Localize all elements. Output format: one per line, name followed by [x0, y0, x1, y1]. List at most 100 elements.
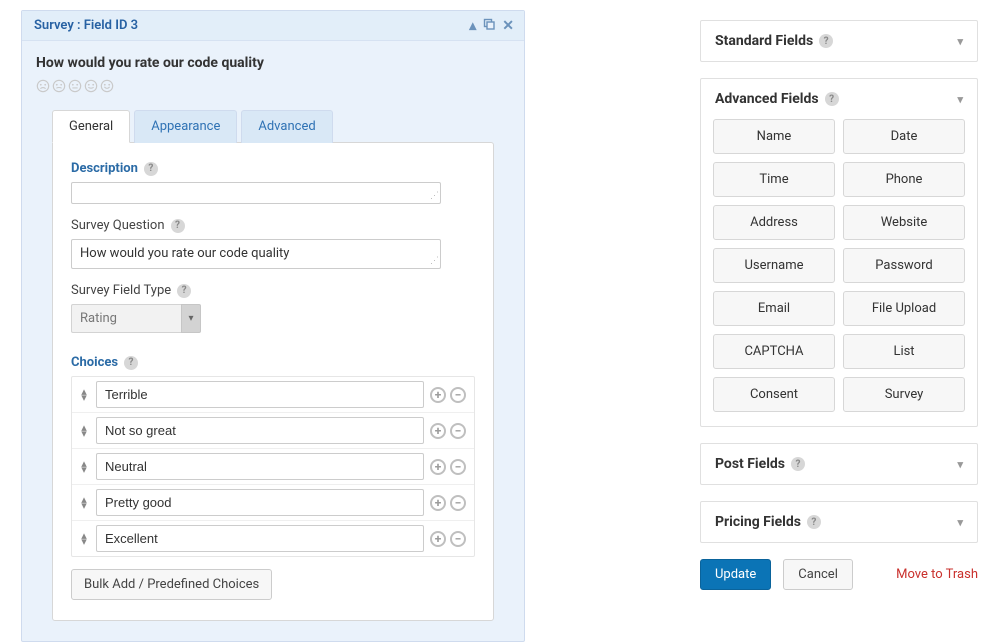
field-date-button[interactable]: Date	[843, 119, 965, 154]
add-choice-icon[interactable]: +	[430, 423, 446, 439]
choice-input[interactable]	[96, 489, 424, 516]
choices-list: ▴▾ + − ▴▾ + − ▴▾	[71, 376, 475, 557]
field-username-button[interactable]: Username	[713, 248, 835, 283]
tab-body-general: Description ? ⋰ Survey Question ? How wo…	[52, 142, 494, 621]
add-choice-icon[interactable]: +	[430, 459, 446, 475]
panel-title: Post Fields	[715, 456, 785, 472]
pricing-fields-header[interactable]: Pricing Fields ? ▾	[701, 502, 977, 542]
choice-input[interactable]	[96, 381, 424, 408]
field-website-button[interactable]: Website	[843, 205, 965, 240]
help-icon[interactable]: ?	[807, 515, 821, 529]
update-button[interactable]: Update	[700, 559, 771, 590]
panel-title: Pricing Fields	[715, 514, 801, 530]
standard-fields-panel: Standard Fields ? ▾	[700, 20, 978, 62]
help-icon[interactable]: ?	[791, 457, 805, 471]
add-choice-icon[interactable]: +	[430, 531, 446, 547]
chevron-down-icon[interactable]: ▾	[957, 516, 963, 529]
chevron-down-icon[interactable]: ▾	[957, 35, 963, 48]
panel-title: Standard Fields	[715, 33, 813, 49]
chevron-down-icon[interactable]: ▾	[957, 93, 963, 106]
duplicate-icon[interactable]	[482, 17, 496, 34]
bulk-add-button[interactable]: Bulk Add / Predefined Choices	[71, 569, 272, 600]
field-tabs: General Appearance Advanced	[36, 109, 510, 142]
choice-row: ▴▾ + −	[72, 449, 474, 485]
rating-face-5-icon[interactable]	[100, 79, 114, 93]
add-choice-icon[interactable]: +	[430, 387, 446, 403]
choice-row: ▴▾ + −	[72, 485, 474, 521]
field-consent-button[interactable]: Consent	[713, 377, 835, 412]
chevron-down-icon[interactable]: ▾	[181, 304, 201, 333]
help-icon[interactable]: ?	[819, 34, 833, 48]
standard-fields-header[interactable]: Standard Fields ? ▾	[701, 21, 977, 61]
choice-row: ▴▾ + −	[72, 521, 474, 556]
help-icon[interactable]: ?	[144, 162, 158, 176]
rating-face-2-icon[interactable]	[52, 79, 66, 93]
remove-choice-icon[interactable]: −	[450, 423, 466, 439]
choice-row: ▴▾ + −	[72, 377, 474, 413]
add-choice-icon[interactable]: +	[430, 495, 446, 511]
field-file-upload-button[interactable]: File Upload	[843, 291, 965, 326]
choice-input[interactable]	[96, 525, 424, 552]
field-captcha-button[interactable]: CAPTCHA	[713, 334, 835, 369]
field-preview-title: How would you rate our code quality	[36, 55, 510, 71]
remove-choice-icon[interactable]: −	[450, 531, 466, 547]
field-time-button[interactable]: Time	[713, 162, 835, 197]
right-sidebar: Standard Fields ? ▾ Advanced Fields ? ▾ …	[700, 20, 978, 590]
help-icon[interactable]: ?	[177, 284, 191, 298]
pricing-fields-panel: Pricing Fields ? ▾	[700, 501, 978, 543]
remove-choice-icon[interactable]: −	[450, 495, 466, 511]
drag-handle-icon[interactable]: ▴▾	[78, 497, 90, 509]
survey-question-label: Survey Question ?	[71, 218, 475, 233]
form-actions: Update Cancel Move to Trash	[700, 559, 978, 590]
choice-actions: + −	[430, 459, 466, 475]
advanced-fields-header[interactable]: Advanced Fields ? ▾	[701, 79, 977, 119]
tab-advanced[interactable]: Advanced	[241, 110, 332, 143]
help-icon[interactable]: ?	[124, 356, 138, 370]
field-name-button[interactable]: Name	[713, 119, 835, 154]
close-icon[interactable]: ✕	[502, 19, 514, 33]
choice-actions: + −	[430, 387, 466, 403]
remove-choice-icon[interactable]: −	[450, 459, 466, 475]
choice-actions: + −	[430, 423, 466, 439]
field-address-button[interactable]: Address	[713, 205, 835, 240]
survey-field-type-select[interactable]: Rating ▾	[71, 304, 201, 333]
choice-input[interactable]	[96, 453, 424, 480]
advanced-fields-panel: Advanced Fields ? ▾ Name Date Time Phone…	[700, 78, 978, 427]
description-label: Description ?	[71, 161, 475, 176]
drag-handle-icon[interactable]: ▴▾	[78, 461, 90, 473]
cancel-button[interactable]: Cancel	[783, 559, 853, 590]
move-to-trash-link[interactable]: Move to Trash	[896, 567, 978, 582]
chevron-down-icon[interactable]: ▾	[957, 458, 963, 471]
field-list-button[interactable]: List	[843, 334, 965, 369]
advanced-fields-grid: Name Date Time Phone Address Website Use…	[701, 119, 977, 426]
field-email-button[interactable]: Email	[713, 291, 835, 326]
field-password-button[interactable]: Password	[843, 248, 965, 283]
field-phone-button[interactable]: Phone	[843, 162, 965, 197]
drag-handle-icon[interactable]: ▴▾	[78, 389, 90, 401]
help-icon[interactable]: ?	[171, 219, 185, 233]
drag-handle-icon[interactable]: ▴▾	[78, 533, 90, 545]
rating-face-3-icon[interactable]	[68, 79, 82, 93]
drag-handle-icon[interactable]: ▴▾	[78, 425, 90, 437]
select-value: Rating	[71, 304, 181, 333]
help-icon[interactable]: ?	[825, 92, 839, 106]
collapse-icon[interactable]: ▴	[469, 19, 476, 33]
survey-question-input[interactable]: How would you rate our code quality ⋰	[71, 239, 441, 269]
rating-face-4-icon[interactable]	[84, 79, 98, 93]
field-preview: How would you rate our code quality Gene…	[22, 41, 524, 641]
tab-appearance[interactable]: Appearance	[134, 110, 237, 143]
rating-face-1-icon[interactable]	[36, 79, 50, 93]
field-panel-title: Survey : Field ID 3	[34, 18, 138, 33]
remove-choice-icon[interactable]: −	[450, 387, 466, 403]
resize-grip-icon[interactable]: ⋰	[430, 194, 438, 202]
field-survey-button[interactable]: Survey	[843, 377, 965, 412]
description-input[interactable]: ⋰	[71, 182, 441, 204]
resize-grip-icon[interactable]: ⋰	[430, 259, 438, 267]
field-panel-header[interactable]: Survey : Field ID 3 ▴ ✕	[22, 11, 524, 41]
rating-preview[interactable]	[36, 79, 510, 93]
post-fields-header[interactable]: Post Fields ? ▾	[701, 444, 977, 484]
post-fields-panel: Post Fields ? ▾	[700, 443, 978, 485]
panel-title: Advanced Fields	[715, 91, 819, 107]
tab-general[interactable]: General	[52, 110, 130, 143]
choice-input[interactable]	[96, 417, 424, 444]
